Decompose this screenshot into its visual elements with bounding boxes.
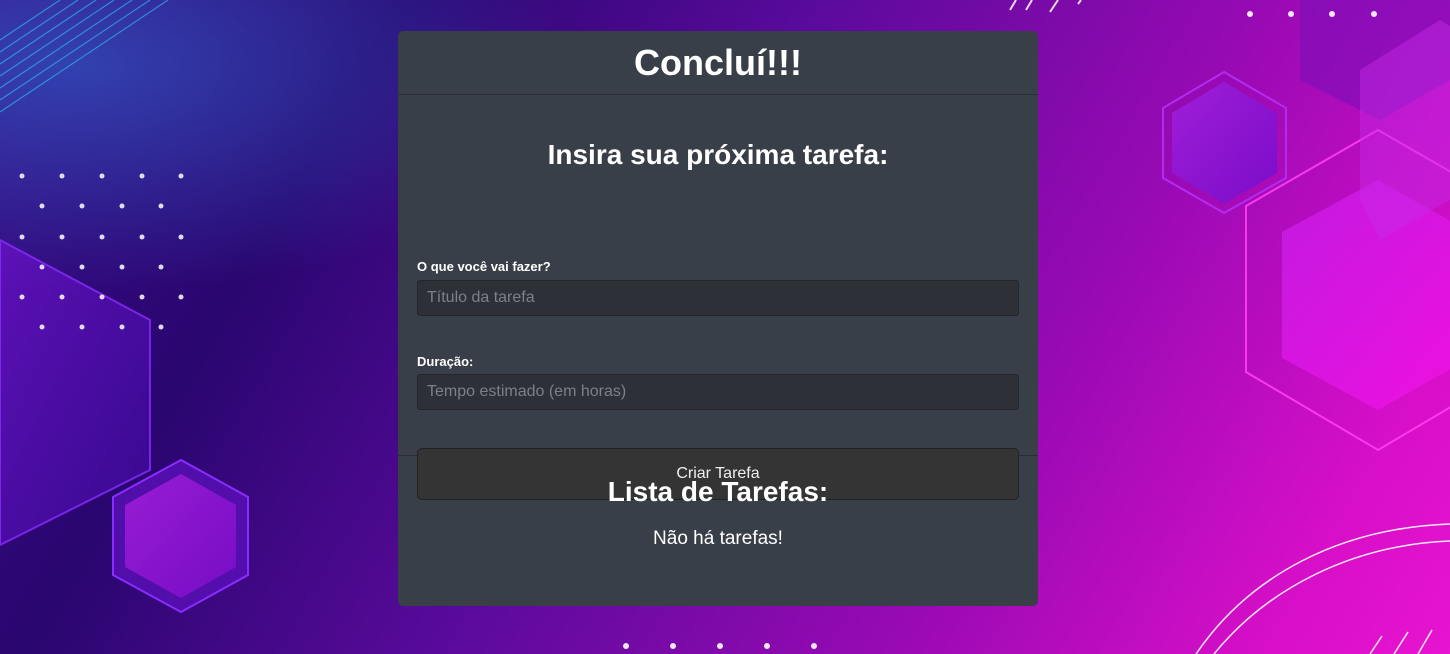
card-header: Concluí!!! — [398, 31, 1038, 95]
duration-input[interactable] — [417, 374, 1019, 410]
form-heading: Insira sua próxima tarefa: — [547, 139, 889, 170]
new-task-form: Insira sua próxima tarefa: O que você va… — [398, 95, 1038, 500]
task-card: Concluí!!! Insira sua próxima tarefa: O … — [398, 31, 1038, 606]
task-title-input[interactable] — [417, 280, 1019, 316]
task-title-label: O que você vai fazer? — [417, 259, 551, 274]
app-title: Concluí!!! — [634, 41, 802, 83]
task-list-heading: Lista de Tarefas: — [607, 476, 829, 507]
task-list-section: Lista de Tarefas: Não há tarefas! — [398, 456, 1038, 606]
duration-label: Duração: — [417, 354, 474, 369]
empty-list-message: Não há tarefas! — [653, 528, 783, 549]
